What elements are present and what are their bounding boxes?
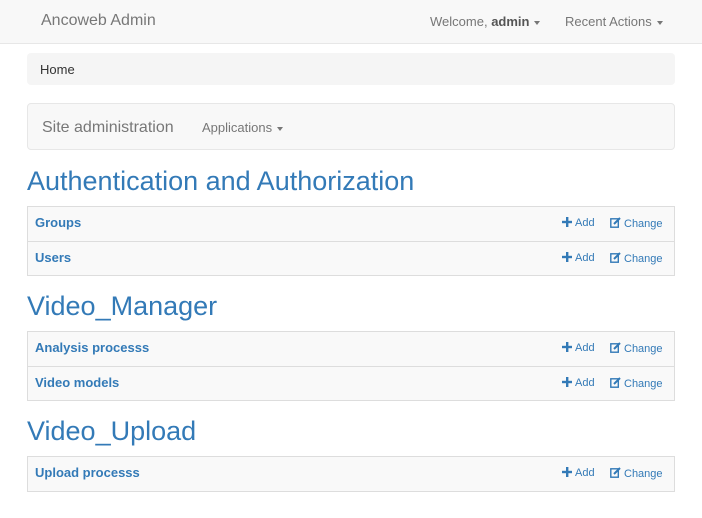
site-admin-bar: Site administration Applications (27, 103, 675, 150)
model-link[interactable]: Groups (35, 215, 81, 230)
app-table-video-manager: Analysis processs Add Change Video model… (27, 331, 675, 401)
section-title-video-manager[interactable]: Video_Manager (27, 291, 217, 322)
caret-down-icon (277, 126, 284, 131)
edit-icon (610, 217, 621, 228)
app-table-auth: Groups Add Change Users Add Change (27, 206, 675, 276)
recent-actions-dropdown[interactable]: Recent Actions (565, 14, 663, 29)
edit-icon (610, 467, 621, 478)
change-label: Change (624, 218, 663, 230)
edit-icon (610, 252, 621, 263)
username: admin (491, 14, 530, 29)
table-row: Upload processs Add Change (28, 457, 674, 491)
table-row: Video models Add Change (28, 366, 674, 400)
change-label: Change (624, 468, 663, 480)
section-title-video-upload[interactable]: Video_Upload (27, 416, 196, 447)
add-link[interactable]: Add (562, 342, 595, 354)
change-link[interactable]: Change (610, 342, 663, 355)
change-link[interactable]: Change (610, 252, 663, 265)
caret-down-icon (534, 20, 541, 25)
add-label: Add (575, 342, 595, 354)
change-link[interactable]: Change (610, 467, 663, 480)
add-link[interactable]: Add (562, 252, 595, 264)
plus-icon (562, 377, 572, 387)
plus-icon (562, 342, 572, 352)
add-link[interactable]: Add (562, 467, 595, 479)
table-row: Groups Add Change (28, 207, 674, 241)
breadcrumb: Home (27, 53, 675, 85)
change-label: Change (624, 378, 663, 390)
change-label: Change (624, 343, 663, 355)
add-label: Add (575, 467, 595, 479)
plus-icon (562, 467, 572, 477)
brand-link[interactable]: Ancoweb Admin (41, 12, 156, 30)
add-link[interactable]: Add (562, 377, 595, 389)
add-label: Add (575, 252, 595, 264)
model-link[interactable]: Analysis processs (35, 340, 149, 355)
recent-actions-label: Recent Actions (565, 14, 652, 29)
caret-down-icon (656, 20, 663, 25)
change-link[interactable]: Change (610, 217, 663, 230)
table-row: Users Add Change (28, 241, 674, 275)
model-link[interactable]: Upload processs (35, 465, 140, 480)
model-link[interactable]: Video models (35, 375, 119, 390)
edit-icon (610, 342, 621, 353)
applications-label: Applications (202, 120, 273, 135)
add-label: Add (575, 217, 595, 229)
plus-icon (562, 252, 572, 262)
change-link[interactable]: Change (610, 377, 663, 390)
edit-icon (610, 377, 621, 388)
applications-dropdown[interactable]: Applications (202, 120, 284, 135)
plus-icon (562, 217, 572, 227)
welcome-prefix: Welcome, (430, 14, 488, 29)
add-link[interactable]: Add (562, 217, 595, 229)
app-table-video-upload: Upload processs Add Change (27, 456, 675, 492)
top-navbar: Ancoweb Admin Welcome, admin Recent Acti… (0, 0, 702, 44)
change-label: Change (624, 253, 663, 265)
site-admin-title[interactable]: Site administration (42, 119, 174, 137)
table-row: Analysis processs Add Change (28, 332, 674, 366)
add-label: Add (575, 377, 595, 389)
welcome-user-dropdown[interactable]: Welcome, admin (430, 14, 541, 29)
section-title-auth[interactable]: Authentication and Authorization (27, 166, 414, 197)
breadcrumb-home[interactable]: Home (40, 62, 75, 77)
model-link[interactable]: Users (35, 250, 71, 265)
